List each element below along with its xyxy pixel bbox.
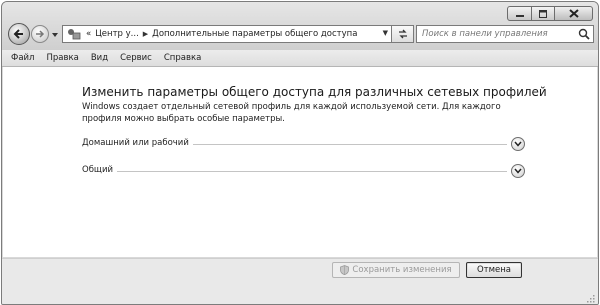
- minimize-button[interactable]: [507, 6, 532, 21]
- breadcrumb-overflow[interactable]: «: [84, 29, 93, 39]
- menu-view[interactable]: Вид: [85, 53, 114, 63]
- window-controls: [507, 6, 593, 21]
- profile-home-work[interactable]: Домашний или рабочий: [82, 137, 525, 151]
- chevron-down-icon: [514, 141, 522, 147]
- page-title: Изменить параметры общего доступа для ра…: [82, 85, 547, 99]
- expand-button[interactable]: [511, 164, 525, 178]
- breadcrumb-current[interactable]: Дополнительные параметры общего доступа: [150, 29, 359, 39]
- maximize-button[interactable]: [532, 6, 555, 21]
- menu-edit[interactable]: Правка: [40, 53, 84, 63]
- menu-file[interactable]: Файл: [2, 53, 40, 63]
- recent-pages-dropdown-icon[interactable]: [51, 31, 59, 39]
- minimize-icon: [515, 14, 524, 17]
- shield-icon: [340, 265, 350, 275]
- arrow-right-icon: [36, 30, 45, 38]
- menu-bar: Файл Правка Вид Сервис Справка: [2, 50, 598, 67]
- breadcrumb-network-center[interactable]: Центр у...: [93, 29, 141, 39]
- cancel-button[interactable]: Отмена: [466, 262, 522, 278]
- resize-grip-icon[interactable]: [585, 293, 595, 303]
- chevron-right-icon[interactable]: ▶: [141, 30, 150, 38]
- search-input[interactable]: Поиск в панели управления: [416, 25, 594, 43]
- refresh-icon: [398, 29, 407, 39]
- divider: [82, 171, 507, 172]
- footer-bar: Сохранить изменения Отмена: [2, 258, 598, 304]
- close-icon: [568, 9, 579, 18]
- title-bar: « Центр у... ▶ Дополнительные параметры …: [2, 2, 598, 50]
- window: « Центр у... ▶ Дополнительные параметры …: [1, 1, 599, 305]
- expand-button[interactable]: [511, 137, 525, 151]
- address-dropdown-icon[interactable]: ▼: [383, 29, 388, 37]
- save-changes-label: Сохранить изменения: [352, 265, 452, 275]
- refresh-button[interactable]: [392, 25, 414, 43]
- forward-button[interactable]: [31, 25, 49, 43]
- back-button[interactable]: [8, 23, 30, 45]
- address-bar[interactable]: « Центр у... ▶ Дополнительные параметры …: [62, 25, 392, 43]
- profile-label: Общий: [82, 165, 117, 175]
- menu-help[interactable]: Справка: [158, 53, 207, 63]
- arrow-left-icon: [13, 29, 23, 39]
- search-icon[interactable]: [578, 28, 590, 40]
- profile-public[interactable]: Общий: [82, 164, 525, 178]
- profile-label: Домашний или рабочий: [82, 138, 193, 148]
- maximize-icon: [539, 9, 547, 18]
- close-button[interactable]: [555, 6, 593, 21]
- control-panel-icon: [68, 29, 81, 40]
- search-placeholder: Поиск в панели управления: [422, 29, 548, 39]
- menu-tools[interactable]: Сервис: [114, 53, 158, 63]
- save-changes-button[interactable]: Сохранить изменения: [332, 262, 460, 278]
- content-pane: Изменить параметры общего доступа для ра…: [3, 67, 597, 257]
- page-description: Windows создает отдельный сетевой профил…: [82, 102, 501, 124]
- navigation-bar: « Центр у... ▶ Дополнительные параметры …: [8, 23, 594, 47]
- chevron-down-icon: [514, 168, 522, 174]
